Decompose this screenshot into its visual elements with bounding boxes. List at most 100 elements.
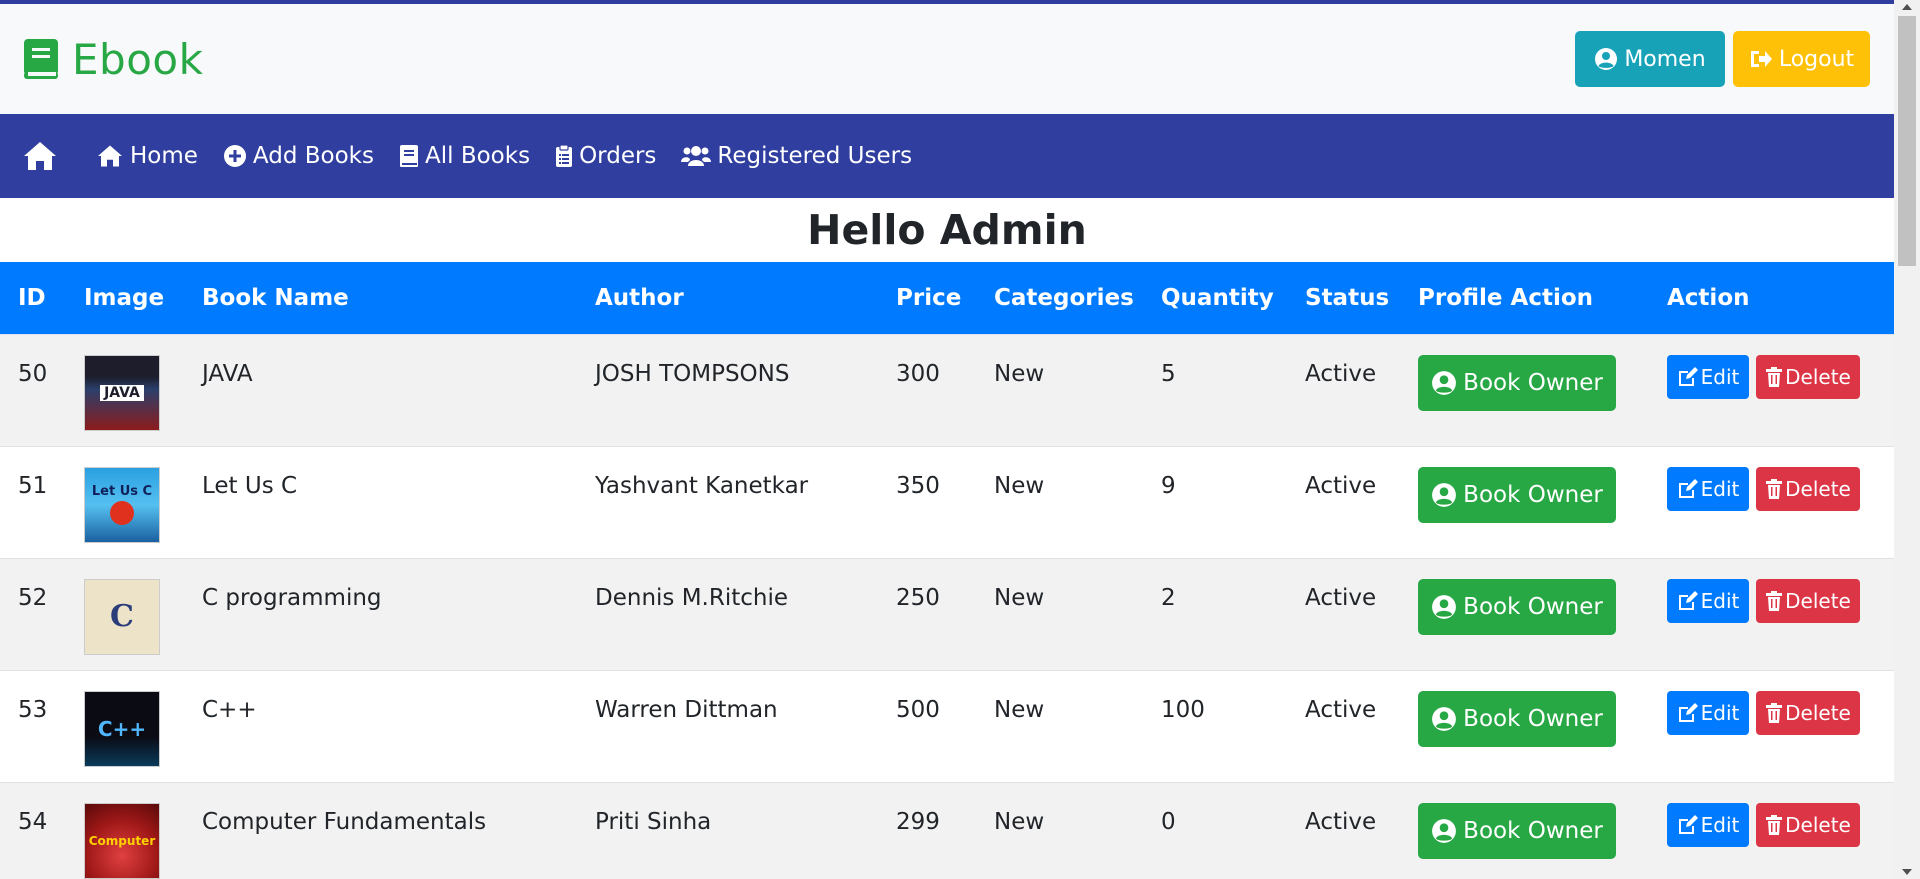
trash-icon bbox=[1765, 814, 1783, 835]
logout-button[interactable]: Logout bbox=[1733, 31, 1870, 87]
edit-icon bbox=[1677, 366, 1699, 387]
edit-button[interactable]: Edit bbox=[1667, 802, 1749, 847]
profile-action-cell: Book Owner bbox=[1400, 446, 1649, 558]
book-status: Active bbox=[1305, 584, 1377, 611]
book-cover-image[interactable]: Let Us C bbox=[84, 466, 160, 543]
book-category: New bbox=[994, 584, 1045, 611]
user-circle-icon bbox=[1431, 482, 1457, 508]
trash-icon bbox=[1765, 478, 1783, 499]
book-owner-button[interactable]: Book Owner bbox=[1418, 466, 1616, 523]
cover-title: C++ bbox=[97, 716, 147, 741]
book-author: JOSH TOMPSONS bbox=[595, 360, 790, 387]
book-price: 299 bbox=[896, 808, 940, 835]
book-owner-button[interactable]: Book Owner bbox=[1418, 802, 1616, 859]
column-header: Author bbox=[595, 284, 684, 311]
action-group: Edit Delete bbox=[1667, 578, 1894, 623]
nav-item-all-books[interactable]: All Books bbox=[399, 143, 530, 169]
column-header: ID bbox=[18, 284, 46, 311]
nav-item-registered-users[interactable]: Registered Users bbox=[681, 143, 912, 169]
book-quantity: 5 bbox=[1161, 360, 1176, 387]
sign-out-icon bbox=[1749, 48, 1773, 70]
action-group: Edit Delete bbox=[1667, 690, 1894, 735]
profile-action-cell: Book Owner bbox=[1400, 670, 1649, 782]
nav-item-label: Add Books bbox=[252, 143, 374, 169]
book-category: New bbox=[994, 808, 1045, 835]
book-owner-button[interactable]: Book Owner bbox=[1418, 578, 1616, 635]
book-quantity: 9 bbox=[1161, 472, 1176, 499]
user-button-label: Momen bbox=[1624, 46, 1706, 72]
book-price: 350 bbox=[896, 472, 940, 499]
book-category: New bbox=[994, 696, 1045, 723]
action-cell: Edit Delete bbox=[1649, 558, 1894, 670]
scrollbar-thumb[interactable] bbox=[1898, 16, 1916, 266]
user-circle-icon bbox=[1594, 47, 1618, 71]
column-header: Quantity bbox=[1161, 284, 1274, 311]
profile-action-cell: Book Owner bbox=[1400, 782, 1649, 879]
edit-button[interactable]: Edit bbox=[1667, 690, 1749, 735]
column-header: Image bbox=[84, 284, 165, 311]
brand-logo[interactable]: Ebook bbox=[22, 35, 203, 84]
book-quantity: 2 bbox=[1161, 584, 1176, 611]
nav-item-label: All Books bbox=[425, 143, 531, 169]
trash-icon bbox=[1765, 366, 1783, 387]
table-row: 52 C C programming Dennis M.Ritchie 250 … bbox=[0, 558, 1894, 670]
vertical-scrollbar[interactable] bbox=[1894, 0, 1920, 879]
image-cell: Let Us C bbox=[66, 446, 184, 558]
book-author: Warren Dittman bbox=[595, 696, 778, 723]
image-cell: C++ bbox=[66, 670, 184, 782]
book-status: Active bbox=[1305, 360, 1377, 387]
cover-title: JAVA bbox=[100, 384, 144, 401]
nav-item-label: Home bbox=[130, 143, 198, 169]
user-button[interactable]: Momen bbox=[1575, 31, 1725, 87]
nav-item-label: Orders bbox=[579, 143, 657, 169]
cover-title: C bbox=[110, 599, 134, 634]
plus-circle-icon bbox=[223, 144, 247, 168]
image-cell: JAVA bbox=[66, 334, 184, 446]
image-cell: C bbox=[66, 558, 184, 670]
edit-icon bbox=[1677, 702, 1699, 723]
book-owner-button[interactable]: Book Owner bbox=[1418, 690, 1616, 747]
users-icon bbox=[681, 144, 712, 168]
delete-button[interactable]: Delete bbox=[1756, 466, 1860, 511]
book-cover-image[interactable]: C bbox=[84, 578, 160, 655]
book-id: 54 bbox=[18, 808, 48, 835]
edit-button[interactable]: Edit bbox=[1667, 578, 1749, 623]
delete-button[interactable]: Delete bbox=[1756, 578, 1860, 623]
delete-button[interactable]: Delete bbox=[1756, 802, 1860, 847]
book-id: 51 bbox=[18, 472, 48, 499]
cover-title: Let Us C bbox=[91, 484, 153, 499]
book-cover-image[interactable]: Computer bbox=[84, 802, 160, 879]
book-status: Active bbox=[1305, 472, 1377, 499]
brand-name: Ebook bbox=[72, 34, 204, 84]
home-icon[interactable] bbox=[22, 140, 58, 172]
trash-icon bbox=[1765, 702, 1783, 723]
scroll-down-arrow-icon[interactable] bbox=[1902, 869, 1912, 875]
profile-action-cell: Book Owner bbox=[1400, 558, 1649, 670]
action-group: Edit Delete bbox=[1667, 354, 1894, 399]
book-icon bbox=[22, 38, 62, 80]
edit-button[interactable]: Edit bbox=[1667, 466, 1749, 511]
edit-button[interactable]: Edit bbox=[1667, 354, 1749, 399]
edit-icon bbox=[1677, 814, 1699, 835]
delete-button[interactable]: Delete bbox=[1756, 690, 1860, 735]
scroll-up-arrow-icon[interactable] bbox=[1902, 4, 1912, 10]
nav-item-add-books[interactable]: Add Books bbox=[223, 143, 374, 169]
column-header: Profile Action bbox=[1418, 284, 1594, 311]
edit-label: Edit bbox=[1700, 812, 1740, 837]
book-owner-button[interactable]: Book Owner bbox=[1418, 354, 1616, 411]
column-header: Status bbox=[1305, 284, 1390, 311]
book-owner-label: Book Owner bbox=[1463, 705, 1603, 732]
book-id: 52 bbox=[18, 584, 48, 611]
nav-item-home[interactable]: Home bbox=[96, 143, 198, 169]
cover-title: Computer bbox=[88, 833, 156, 848]
site-header: Ebook Momen Logout bbox=[0, 4, 1894, 114]
book-cover-image[interactable]: JAVA bbox=[84, 354, 160, 431]
edit-icon bbox=[1677, 478, 1699, 499]
delete-button[interactable]: Delete bbox=[1756, 354, 1860, 399]
book-status: Active bbox=[1305, 808, 1377, 835]
book-quantity: 100 bbox=[1161, 696, 1205, 723]
nav-item-orders[interactable]: Orders bbox=[555, 143, 656, 169]
trash-icon bbox=[1765, 590, 1783, 611]
book-name: Let Us C bbox=[202, 472, 298, 499]
book-cover-image[interactable]: C++ bbox=[84, 690, 160, 767]
